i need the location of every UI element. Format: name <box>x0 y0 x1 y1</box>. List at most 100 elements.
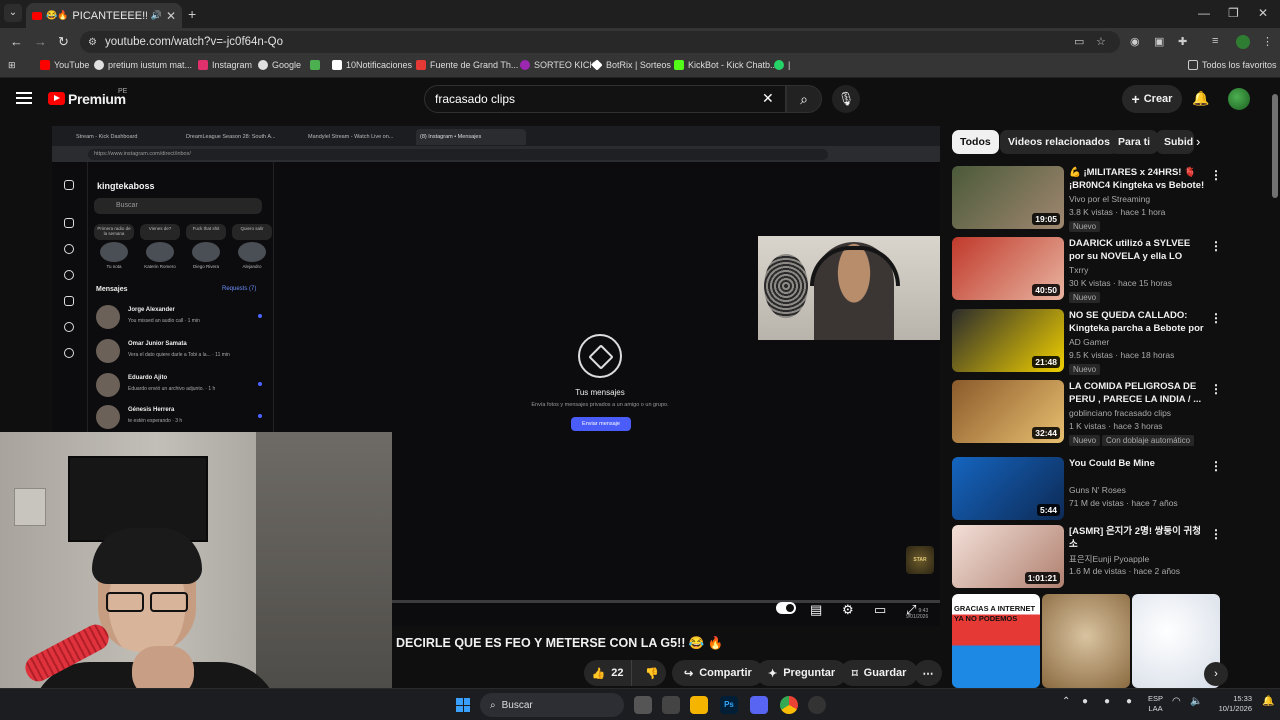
recommendation-title[interactable]: LA COMIDA PELIGROSA DE PERU , PARECE LA … <box>1069 380 1207 406</box>
recommendation-item[interactable]: 5:44 You Could Be Mine Guns N' Roses 71 M d… <box>952 457 1222 521</box>
photoshop-icon[interactable]: Ps <box>720 696 738 714</box>
chip-uploaded[interactable]: Subid <box>1156 130 1194 154</box>
close-window-button[interactable]: ✕ <box>1258 6 1268 20</box>
profile-avatar-icon[interactable] <box>1236 35 1250 49</box>
bookmark-star-icon[interactable]: ☆ <box>1096 35 1106 48</box>
page-scrollbar[interactable] <box>1272 94 1278 198</box>
all-bookmarks[interactable]: Todos los favoritos <box>1188 60 1277 70</box>
notification-icon[interactable]: 🔔 <box>1262 696 1274 707</box>
channel-name[interactable]: 표은지Eunji Pyoapple <box>1069 553 1149 565</box>
chip-for-you[interactable]: Para ti <box>1110 130 1159 154</box>
minimize-button[interactable]: — <box>1198 6 1210 20</box>
audio-playing-icon[interactable]: 🔊 <box>151 10 162 21</box>
bookmark-botrix[interactable]: BotRix | Sorteos <box>591 59 671 71</box>
recommendation-item[interactable]: 40:50 DAARICK utilizó a SYLVEE por su NOV… <box>952 237 1222 303</box>
dislike-button[interactable]: 👎 <box>638 667 666 680</box>
extensions-puzzle-icon[interactable]: ✚ <box>1178 35 1187 48</box>
apps-grid-icon[interactable]: ⊞ <box>8 60 16 71</box>
settings-gear-icon[interactable]: ⚙ <box>842 602 854 618</box>
new-tab-button[interactable]: + <box>188 6 196 22</box>
widget-icon[interactable] <box>662 696 680 714</box>
search-button[interactable]: ⌕ <box>786 85 822 113</box>
youtube-logo-icon[interactable] <box>48 92 65 105</box>
extension-icon[interactable]: ◉ <box>1130 35 1140 48</box>
recommendation-item[interactable]: 19:05 💪 ¡MILITARES x 24HRS! 🫀 ¡BR0NC4 Kin… <box>952 166 1222 232</box>
more-options-icon[interactable]: ⋮ <box>1210 239 1222 253</box>
recommendation-title[interactable]: You Could Be Mine <box>1069 457 1207 470</box>
restore-button[interactable]: ❐ <box>1228 6 1239 20</box>
extension-icon-2[interactable]: ▣ <box>1154 35 1164 48</box>
back-button[interactable]: ← <box>10 34 23 49</box>
volume-icon[interactable]: 🔈 <box>1190 696 1202 707</box>
recommendation-title[interactable]: NO SE QUEDA CALLADO: Kingteka parcha a B… <box>1069 309 1207 335</box>
like-button[interactable]: 👍 22 <box>584 660 632 686</box>
recommendation-item[interactable]: 32:44 LA COMIDA PELIGROSA DE PERU , PAREC… <box>952 380 1222 446</box>
bookmark-google[interactable]: Google <box>258 60 301 70</box>
reload-button[interactable]: ↻ <box>58 34 69 50</box>
bookmark-kickbot[interactable]: KickBot - Kick Chatb... <box>674 60 778 70</box>
chrome-icon[interactable] <box>780 696 798 714</box>
reading-list-icon[interactable]: ≡ <box>1212 35 1218 47</box>
cast-icon[interactable]: ▭ <box>1074 35 1084 48</box>
video-thumbnail[interactable]: 1:01:21 <box>952 525 1064 588</box>
channel-name[interactable]: Guns N' Roses <box>1069 485 1126 495</box>
tab-search-button[interactable]: ⌄ <box>4 4 22 22</box>
language-indicator[interactable]: ESP LAA <box>1148 694 1163 714</box>
tray-app-icon[interactable]: ● <box>1126 696 1132 707</box>
windows-start-icon[interactable] <box>456 698 470 712</box>
autoplay-toggle[interactable] <box>776 602 796 614</box>
bookmark-gta[interactable]: Fuente de Grand Th... <box>416 60 518 70</box>
forward-button[interactable]: → <box>34 34 47 49</box>
bookmark-pretium[interactable]: pretium iustum mat... <box>94 60 192 70</box>
more-options-icon[interactable]: ⋮ <box>1210 459 1222 473</box>
bookmark-x[interactable]: 10Notificaciones <box>332 60 412 70</box>
tray-app-icon[interactable]: ● <box>1082 696 1088 707</box>
more-actions-button[interactable]: ⋯ <box>914 660 942 686</box>
notifications-bell-icon[interactable]: 🔔 <box>1192 90 1209 107</box>
chip-all[interactable]: Todos <box>952 130 999 154</box>
menu-hamburger-icon[interactable] <box>16 92 32 104</box>
ask-button[interactable]: ✦ Preguntar <box>756 660 848 686</box>
more-options-icon[interactable]: ⋮ <box>1210 168 1222 182</box>
shorts-next-button[interactable]: › <box>1204 662 1228 686</box>
tray-chevron-icon[interactable]: ⌃ <box>1062 696 1070 707</box>
obs-icon[interactable] <box>808 696 826 714</box>
shorts-item[interactable] <box>1042 594 1130 688</box>
video-thumbnail[interactable]: 5:44 <box>952 457 1064 520</box>
channel-name[interactable]: AD Gamer <box>1069 337 1109 347</box>
browser-tab-active[interactable]: 😂🔥 PICANTEEEE!! KINGTE 🔊 ✕ <box>26 3 182 28</box>
task-view-icon[interactable] <box>634 696 652 714</box>
bookmark-colorful[interactable] <box>310 60 320 70</box>
search-input[interactable]: fracasado clips <box>424 85 786 113</box>
channel-name[interactable]: Vivo por el Streaming <box>1069 194 1150 204</box>
taskbar-clock[interactable]: 15:33 10/1/2026 <box>1212 694 1252 714</box>
bookmark-instagram[interactable]: Instagram <box>198 60 252 70</box>
bookmark-whatsapp[interactable]: | <box>774 60 790 70</box>
address-bar[interactable]: ⚙ youtube.com/watch?v=-jc0f64n-Qo <box>80 31 1120 53</box>
voice-search-button[interactable]: 🎙 <box>832 85 860 113</box>
theater-mode-icon[interactable]: ▭ <box>874 602 886 618</box>
bookmark-sorteo-kick[interactable]: SORTEO KICK <box>520 60 595 70</box>
subtitles-icon[interactable]: ▤ <box>810 602 822 618</box>
account-avatar[interactable] <box>1228 88 1250 110</box>
video-thumbnail[interactable]: 19:05 <box>952 166 1064 229</box>
tab-close-icon[interactable]: ✕ <box>166 9 176 23</box>
bookmark-youtube[interactable]: YouTube <box>40 60 89 70</box>
taskbar-search[interactable]: ⌕ Buscar <box>480 693 624 717</box>
wifi-icon[interactable]: ◠ <box>1172 696 1181 707</box>
shorts-item[interactable]: GRACIAS A INTERNET YA NO PODEMOS <box>952 594 1040 688</box>
clear-search-icon[interactable]: ✕ <box>762 90 774 107</box>
video-thumbnail[interactable]: 21:48 <box>952 309 1064 372</box>
video-thumbnail[interactable]: 32:44 <box>952 380 1064 443</box>
recommendation-title[interactable]: [ASMR] 은지가 2명! 쌍둥이 귀청소 <box>1069 525 1207 551</box>
recommendation-item[interactable]: 21:48 NO SE QUEDA CALLADO: Kingteka parch… <box>952 309 1222 375</box>
recommendation-item[interactable]: 1:01:21 [ASMR] 은지가 2명! 쌍둥이 귀청소표은지Eunji Py… <box>952 525 1222 589</box>
save-button[interactable]: ⌑ Guardar <box>840 660 919 686</box>
share-button[interactable]: ↪ Compartir <box>672 660 764 686</box>
chevron-right-icon[interactable]: › <box>1196 134 1200 149</box>
chip-related[interactable]: Videos relacionados <box>1000 130 1118 154</box>
channel-name[interactable]: goblinciano fracasado clips <box>1069 408 1171 418</box>
video-thumbnail[interactable]: 40:50 <box>952 237 1064 300</box>
recommendation-title[interactable]: 💪 ¡MILITARES x 24HRS! 🫀 ¡BR0NC4 Kingteka… <box>1069 166 1207 192</box>
browser-menu-icon[interactable]: ⋮ <box>1262 35 1273 48</box>
